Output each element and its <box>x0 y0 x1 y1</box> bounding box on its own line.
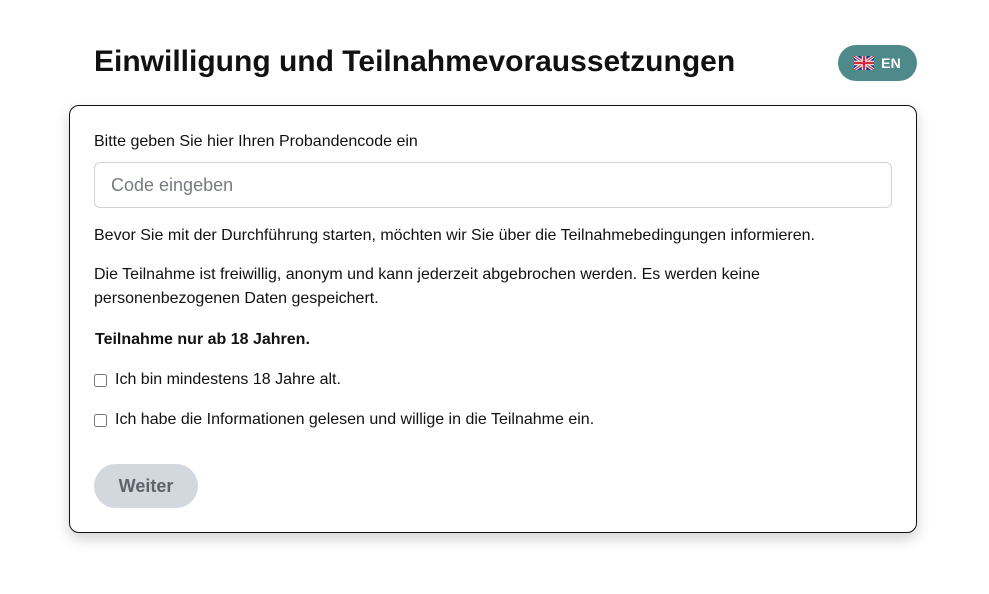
uk-flag-icon <box>853 54 875 72</box>
code-label: Bitte geben Sie hier Ihren Probandencode… <box>94 133 418 150</box>
language-toggle-button[interactable]: EN <box>838 45 917 81</box>
age-checkbox-label: Ich bin mindestens 18 Jahre alt. <box>115 371 341 388</box>
consent-checkbox[interactable] <box>94 413 107 427</box>
voluntary-text: Die Teilnahme ist freiwillig, anonym und… <box>94 266 760 307</box>
consent-checkbox-row[interactable]: Ich habe die Informationen gelesen und w… <box>94 410 594 430</box>
language-label: EN <box>881 55 901 71</box>
age-checkbox-row[interactable]: Ich bin mindestens 18 Jahre alt. <box>94 370 341 390</box>
page-title: Einwilligung und Teilnahmevoraussetzunge… <box>94 45 736 78</box>
code-input[interactable] <box>94 162 892 208</box>
next-button[interactable]: Weiter <box>94 464 198 508</box>
intro-text: Bevor Sie mit der Durchführung starten, … <box>94 227 815 244</box>
age-checkbox[interactable] <box>94 373 107 387</box>
consent-checkbox-label: Ich habe die Informationen gelesen und w… <box>115 411 595 428</box>
consent-card: Bitte geben Sie hier Ihren Probandencode… <box>69 105 917 533</box>
age-requirement-note: Teilnahme nur ab 18 Jahren. <box>95 331 310 348</box>
